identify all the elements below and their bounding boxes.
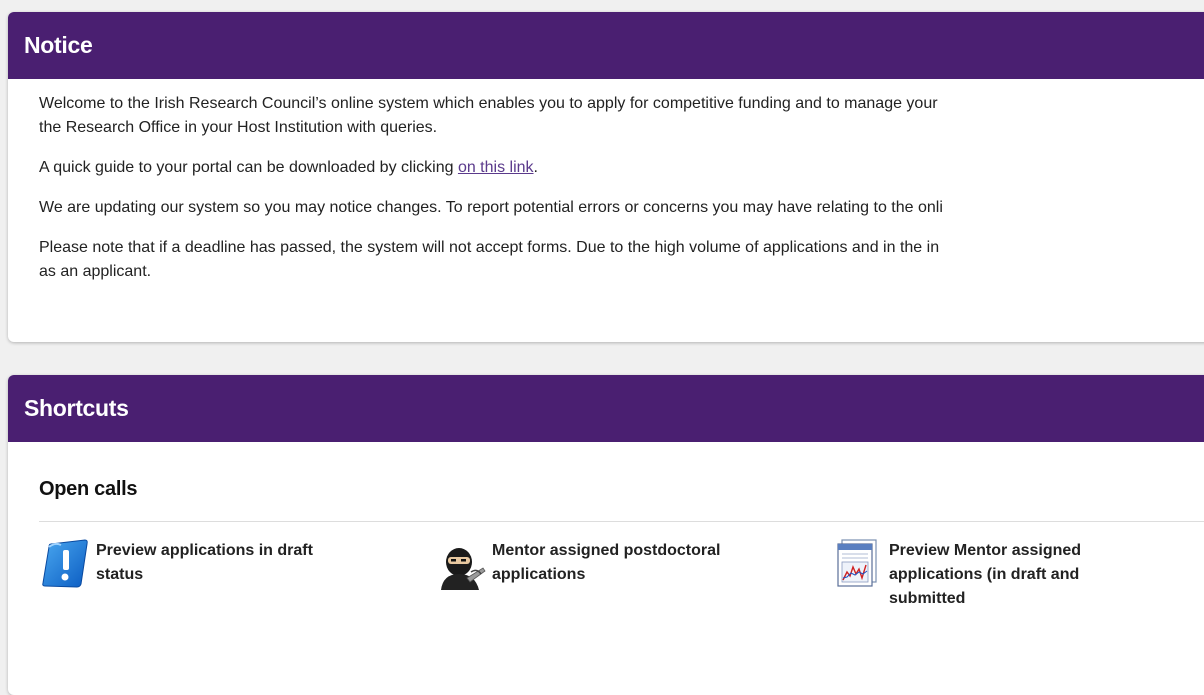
guide-link[interactable]: on this link <box>458 159 534 176</box>
shortcut-preview-draft-applications[interactable]: Preview applications in draft status <box>41 538 354 590</box>
deadline-line-2: as an applicant. <box>39 263 152 280</box>
guide-paragraph: A quick guide to your portal can be down… <box>39 156 1204 180</box>
shortcut-label: Mentor assigned postdoctoral application… <box>492 542 721 583</box>
document-exclamation-icon <box>42 539 88 588</box>
updating-paragraph: We are updating our system so you may no… <box>39 199 943 216</box>
shortcuts-panel: Shortcuts Open calls Preview application… <box>8 375 1204 695</box>
guide-end: . <box>533 159 538 176</box>
ninja-icon <box>441 548 486 590</box>
welcome-paragraph: Welcome to the Irish Research Council’s … <box>39 92 1204 140</box>
shortcut-preview-mentor-assigned-applications[interactable]: Preview Mentor assigned applications (in… <box>834 538 1147 611</box>
shortcut-mentor-assigned-applications[interactable]: Mentor assigned postdoctoral application… <box>437 538 750 590</box>
welcome-line-2: the Research Office in your Host Institu… <box>39 119 438 136</box>
notice-body: Welcome to the Irish Research Council’s … <box>8 79 1204 284</box>
shortcut-label: Preview Mentor assigned applications (in… <box>889 542 1082 607</box>
guide-text: A quick guide to your portal can be down… <box>39 159 458 176</box>
open-calls-title: Open calls <box>39 478 138 500</box>
deadline-line-1: Please note that if a deadline has passe… <box>39 239 940 256</box>
notice-panel: Notice Welcome to the Irish Research Cou… <box>8 12 1204 342</box>
shortcut-label: Preview applications in draft status <box>96 542 313 583</box>
deadline-paragraph: Please note that if a deadline has passe… <box>39 236 1204 284</box>
shortcuts-header: Shortcuts <box>8 375 1204 442</box>
shortcut-list: Preview applications in draft status Men… <box>39 522 1204 642</box>
shortcuts-body: Open calls Preview applications in draft… <box>8 442 1204 642</box>
notice-header: Notice <box>8 12 1204 79</box>
report-chart-icon <box>837 539 877 587</box>
welcome-line-1: Welcome to the Irish Research Council’s … <box>39 95 938 112</box>
